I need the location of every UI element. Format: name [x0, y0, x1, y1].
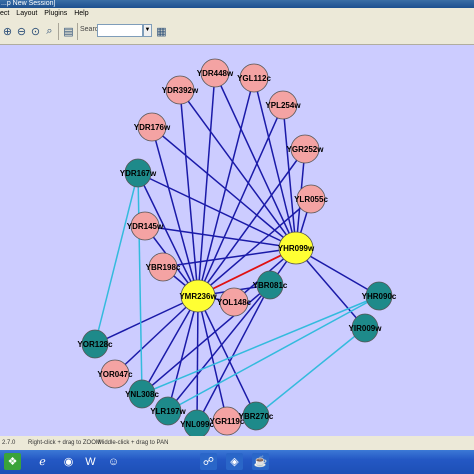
zoom-out-icon[interactable]: ⊖ — [14, 23, 29, 40]
network-canvas[interactable]: YDR448w YGL112c YDR392w YPL254w YDR176w YGR25… — [0, 45, 474, 439]
edge-yir009w-ybr270c[interactable] — [255, 327, 366, 417]
node-ydr448w[interactable]: YDR448w — [197, 58, 234, 88]
node-layer: YDR448wYGL112c YDR392w YPL254w YDR176w YGR25… — [77, 58, 397, 439]
status-version: 2.7.0 — [2, 440, 16, 446]
menu-layout[interactable]: Layout — [16, 10, 37, 17]
edge-ymr236w-ygr119c[interactable] — [197, 295, 228, 422]
java-icon[interactable]: ☕ — [252, 453, 269, 470]
node-label: YOR128c — [77, 340, 113, 349]
edge-ymr236w-ynl308c[interactable] — [141, 295, 199, 395]
toolbar: ⊕ ⊖ ⊙ ⌕ ▤ Search: ▼ ▦ — [0, 20, 474, 45]
node-label: YIR009w — [349, 324, 383, 333]
node-label: YDR145w — [127, 222, 164, 231]
edge-ymr236w-ylr197w[interactable] — [167, 295, 199, 412]
node-yor128c[interactable]: YOR128c — [77, 329, 113, 359]
toolbar-separator — [58, 23, 59, 40]
edge-ydr167w-ynl308c[interactable] — [137, 172, 143, 395]
edge-ymr236w-yor047c[interactable] — [114, 295, 199, 375]
zoom-in-icon[interactable]: ⊕ — [0, 23, 15, 40]
layout-icon[interactable]: ▦ — [154, 23, 169, 40]
word-icon[interactable]: W — [82, 453, 99, 470]
node-label: YDR176w — [134, 123, 171, 132]
node-yhr090c[interactable]: YHR090c — [362, 281, 397, 311]
node-label: YBR198c — [146, 263, 181, 272]
node-label: YOR047c — [97, 370, 133, 379]
toolbar-separator — [77, 23, 78, 40]
node-label: YPL254w — [265, 101, 301, 110]
node-label: YNL308c — [125, 390, 159, 399]
chrome-icon[interactable]: ◉ — [60, 453, 77, 470]
window-title-bar: ...p New Session] — [0, 0, 474, 8]
ie-icon[interactable]: ℯ — [34, 453, 51, 470]
taskbar: ❖ ℯ ◉ W ☺ ☍ ◈ ☕ — [0, 450, 474, 474]
window-title: ...p New Session] — [1, 0, 56, 7]
node-label: YBR270c — [239, 412, 274, 421]
node-ygl112c[interactable]: YGL112c — [237, 63, 271, 93]
node-ypl254w[interactable]: YPL254w — [265, 90, 301, 120]
details-icon[interactable]: ▤ — [61, 23, 76, 40]
node-ydr176w[interactable]: YDR176w — [134, 112, 171, 142]
photo-icon[interactable]: ☺ — [105, 453, 122, 470]
node-yhr099w[interactable]: YHR099w — [278, 231, 315, 265]
node-ydr167w[interactable]: YDR167w — [120, 158, 157, 188]
node-label: YBR081c — [253, 281, 288, 290]
search-input[interactable] — [97, 24, 143, 37]
zoom-fit-icon[interactable]: ⊙ — [28, 23, 43, 40]
menu-bar: ect Layout Plugins Help — [0, 8, 474, 20]
node-ydr392w[interactable]: YDR392w — [162, 75, 199, 105]
edge-yhr090c-ylr197w[interactable] — [167, 295, 380, 412]
node-label: YDR167w — [120, 169, 157, 178]
status-hint-pan: Middle-click + drag to PAN — [98, 440, 169, 446]
node-label: YGL112c — [237, 74, 271, 83]
menu-select[interactable]: ect — [0, 10, 9, 17]
cytoscape-icon[interactable]: ◈ — [226, 453, 243, 470]
start-icon[interactable]: ❖ — [4, 453, 21, 470]
menu-plugins[interactable]: Plugins — [44, 10, 67, 17]
node-label: YDR392w — [162, 86, 199, 95]
network-icon[interactable]: ☍ — [200, 453, 217, 470]
node-label: YDR448w — [197, 69, 234, 78]
edge-ymr236w-ynl099c[interactable] — [196, 295, 199, 425]
node-label: YOL148c — [217, 298, 252, 307]
node-label: YLR197w — [150, 407, 186, 416]
search-dropdown-button[interactable]: ▼ — [143, 24, 152, 37]
node-yor047c[interactable]: YOR047c — [97, 359, 133, 389]
node-label: YHR090c — [362, 292, 397, 301]
edge-ydr167w-yor128c[interactable] — [94, 172, 139, 345]
node-label: YLR055c — [294, 195, 328, 204]
status-bar: 2.7.0 Right-click + drag to ZOOM Middle-… — [0, 436, 474, 450]
network-graph[interactable]: YDR448wYGL112c YDR392w YPL254w YDR176w YGR25… — [0, 45, 474, 439]
zoom-selected-icon[interactable]: ⌕ — [42, 23, 57, 40]
menu-help[interactable]: Help — [74, 10, 88, 17]
node-label: YHR099w — [278, 244, 315, 253]
node-label: YGR252w — [287, 145, 325, 154]
node-label: YMR236w — [179, 292, 217, 301]
node-ygr252w[interactable]: YGR252w — [287, 134, 325, 164]
status-hint-zoom: Right-click + drag to ZOOM — [28, 440, 101, 446]
